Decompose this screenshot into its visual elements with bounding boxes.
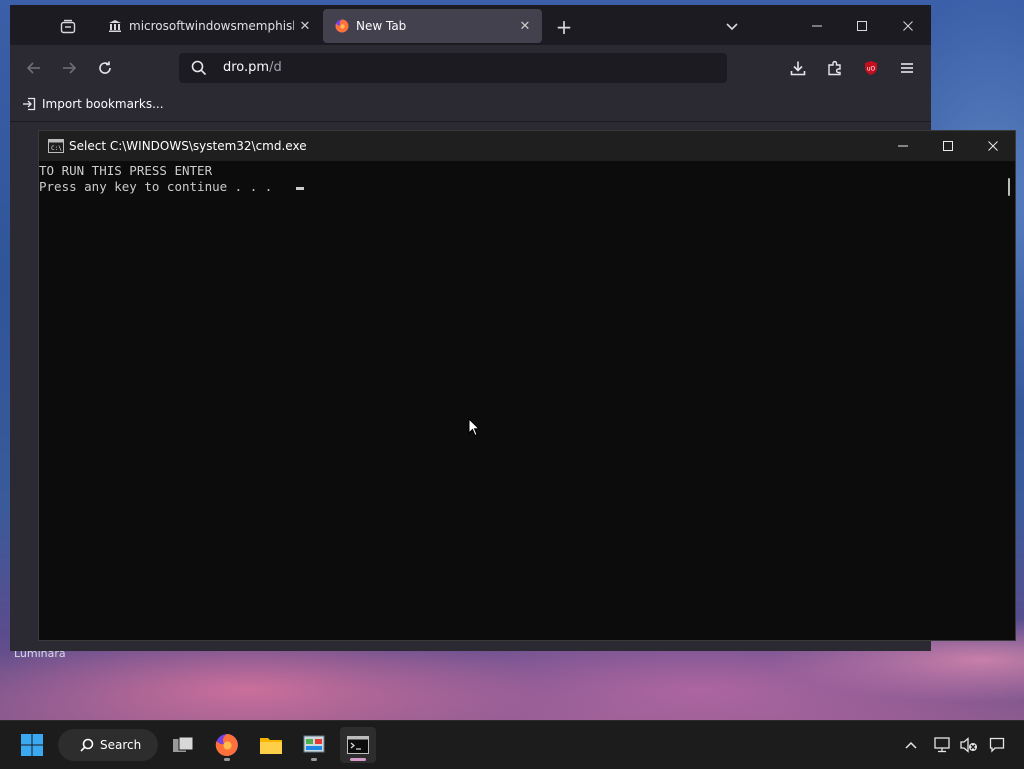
import-icon (23, 97, 36, 111)
cmd-scrollbar[interactable] (1005, 161, 1015, 640)
terminal-icon (347, 736, 369, 754)
cmd-titlebar[interactable]: C:\ Select C:\WINDOWS\system32\cmd.exe (39, 131, 1015, 161)
taskbar-control-panel[interactable] (296, 727, 332, 763)
maximize-button[interactable] (839, 9, 885, 43)
firefox-view-icon (60, 19, 76, 34)
taskbar-file-explorer[interactable] (253, 727, 289, 763)
close-tab-icon[interactable]: ✕ (296, 17, 314, 35)
firefox-icon (215, 734, 238, 756)
tab-title: New Tab (356, 19, 407, 33)
taskbar-cmd[interactable] (340, 727, 376, 763)
ublock-shield-icon: uO (865, 61, 877, 75)
console-line: Press any key to continue . . . (39, 179, 273, 194)
text-cursor (296, 187, 304, 190)
cmd-window[interactable]: C:\ Select C:\WINDOWS\system32\cmd.exe T… (38, 130, 1016, 641)
network-status-button[interactable] (931, 733, 955, 757)
svg-text:C:\: C:\ (51, 145, 62, 152)
new-tab-button[interactable]: + (550, 13, 578, 41)
cmd-window-title: Select C:\WINDOWS\system32\cmd.exe (69, 139, 307, 153)
close-icon (903, 21, 913, 31)
back-button[interactable] (20, 54, 48, 82)
firefox-view-button[interactable] (54, 13, 82, 41)
task-view-button[interactable] (165, 727, 201, 763)
url-bar[interactable]: dro.pm/d (179, 53, 727, 83)
plus-icon: + (555, 15, 573, 39)
running-indicator (224, 758, 230, 761)
taskbar-search-label: Search (100, 738, 142, 752)
maximize-icon (857, 21, 867, 31)
console-line: TO RUN THIS PRESS ENTER (39, 163, 213, 178)
minimize-icon (898, 145, 908, 147)
tab-archive[interactable]: microsoftwindowsmemphisbu ✕ (96, 9, 322, 43)
notifications-button[interactable] (985, 733, 1009, 757)
ublock-origin-button[interactable]: uO (857, 54, 885, 82)
arrow-right-icon (63, 62, 77, 74)
url-host: dro.pm (223, 60, 270, 75)
hamburger-menu-icon (901, 63, 913, 73)
start-button[interactable] (14, 727, 50, 763)
control-panel-icon (303, 735, 325, 753)
windows-logo-icon (21, 734, 43, 756)
download-icon (790, 61, 806, 76)
chevron-down-icon (726, 23, 738, 31)
archive-building-icon (108, 19, 122, 33)
cmd-app-icon: C:\ (48, 139, 64, 156)
puzzle-piece-icon (828, 60, 841, 76)
navigation-toolbar: dro.pm/d uO (10, 45, 931, 91)
url-path: /d (269, 60, 282, 75)
mouse-pointer-icon (468, 417, 481, 440)
network-icon (934, 737, 950, 753)
close-tab-icon[interactable]: ✕ (516, 17, 534, 35)
search-icon (80, 738, 94, 752)
taskbar: Search (0, 720, 1024, 769)
cmd-scrollbar-thumb[interactable] (1008, 178, 1010, 196)
app-menu-button[interactable] (893, 54, 921, 82)
cmd-close-button[interactable] (970, 131, 1016, 161)
import-bookmarks-button[interactable]: Import bookmarks... (22, 97, 164, 111)
close-window-button[interactable] (885, 9, 931, 43)
firefox-icon (335, 19, 349, 33)
downloads-button[interactable] (784, 54, 812, 82)
volume-muted-button[interactable] (957, 733, 981, 757)
svg-text:uO: uO (867, 66, 876, 73)
url-text: dro.pm/d (223, 60, 282, 75)
active-indicator (350, 758, 366, 761)
cmd-maximize-button[interactable] (925, 131, 971, 161)
show-hidden-icons-button[interactable] (899, 733, 923, 757)
forward-button[interactable] (55, 54, 83, 82)
search-icon (191, 60, 207, 79)
taskbar-firefox[interactable] (209, 727, 245, 763)
cmd-minimize-button[interactable] (880, 131, 926, 161)
speaker-muted-icon (960, 737, 977, 753)
reload-icon (99, 61, 111, 74)
notification-bell-icon (989, 737, 1005, 753)
bookmarks-toolbar: Import bookmarks... (10, 91, 931, 122)
tab-new-tab[interactable]: New Tab ✕ (323, 9, 542, 43)
list-all-tabs-button[interactable] (718, 13, 746, 41)
task-view-icon (173, 736, 194, 752)
folder-icon (260, 738, 282, 754)
extensions-button[interactable] (821, 54, 849, 82)
running-indicator (311, 758, 317, 761)
tab-title: microsoftwindowsmemphisbu (129, 19, 294, 33)
tab-bar: microsoftwindowsmemphisbu ✕ New Tab ✕ + (10, 5, 931, 45)
import-bookmarks-label: Import bookmarks... (42, 97, 164, 111)
taskbar-search[interactable]: Search (58, 729, 158, 761)
close-icon (988, 141, 998, 151)
reload-button[interactable] (91, 54, 119, 82)
minimize-icon (812, 25, 822, 27)
maximize-icon (943, 141, 953, 151)
arrow-left-icon (26, 62, 40, 74)
minimize-button[interactable] (794, 9, 840, 43)
chevron-up-icon (905, 741, 917, 749)
cmd-console-output[interactable]: TO RUN THIS PRESS ENTER Press any key to… (39, 161, 1005, 640)
